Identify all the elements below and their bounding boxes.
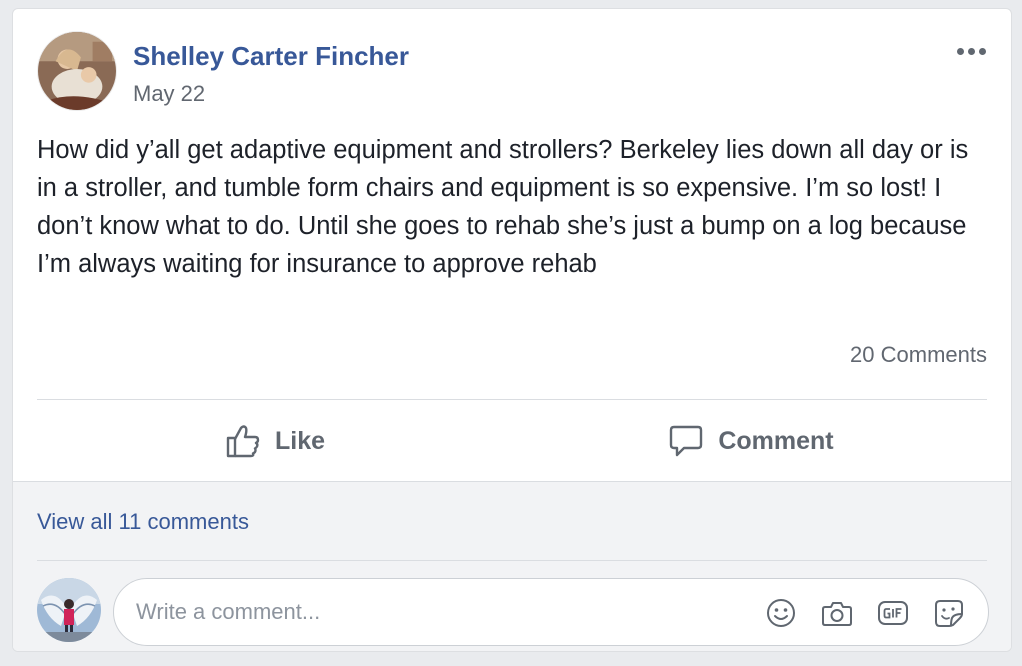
comment-button[interactable]: Comment [513,401,989,481]
author-name[interactable]: Shelley Carter Fincher [133,41,409,72]
comment-label: Comment [718,426,834,455]
smiley-icon[interactable] [764,596,798,630]
current-user-avatar-image [37,578,101,642]
like-label: Like [274,426,326,455]
divider [37,560,987,561]
composer-icons [764,595,966,631]
post-actions: Like Comment [37,401,987,481]
author-avatar-image [38,32,116,110]
comments-section: View all 11 comments [13,481,1011,651]
dot [978,47,986,55]
dot [967,47,975,55]
author-avatar[interactable] [37,31,117,111]
comment-composer [113,578,989,646]
current-user-avatar[interactable] [37,578,101,642]
speech-bubble-icon [670,425,703,457]
post-date[interactable]: May 22 [133,81,205,107]
post-header: Shelley Carter Fincher May 22 [13,9,1011,119]
like-button[interactable]: Like [37,401,513,481]
post-card: Shelley Carter Fincher May 22 How did y’… [12,8,1012,652]
comment-count-link[interactable]: 20 Comments [850,342,987,368]
more-options-icon[interactable] [951,41,991,61]
gif-icon[interactable] [876,596,910,630]
comment-input[interactable] [136,579,736,645]
view-all-comments-link[interactable]: View all 11 comments [37,509,249,535]
thumbs-up-icon [226,425,260,458]
dot [956,47,964,55]
sticker-icon[interactable] [932,596,966,630]
divider [37,399,987,400]
post-text: How did y’all get adaptive equipment and… [37,136,969,278]
camera-icon[interactable] [820,596,854,630]
